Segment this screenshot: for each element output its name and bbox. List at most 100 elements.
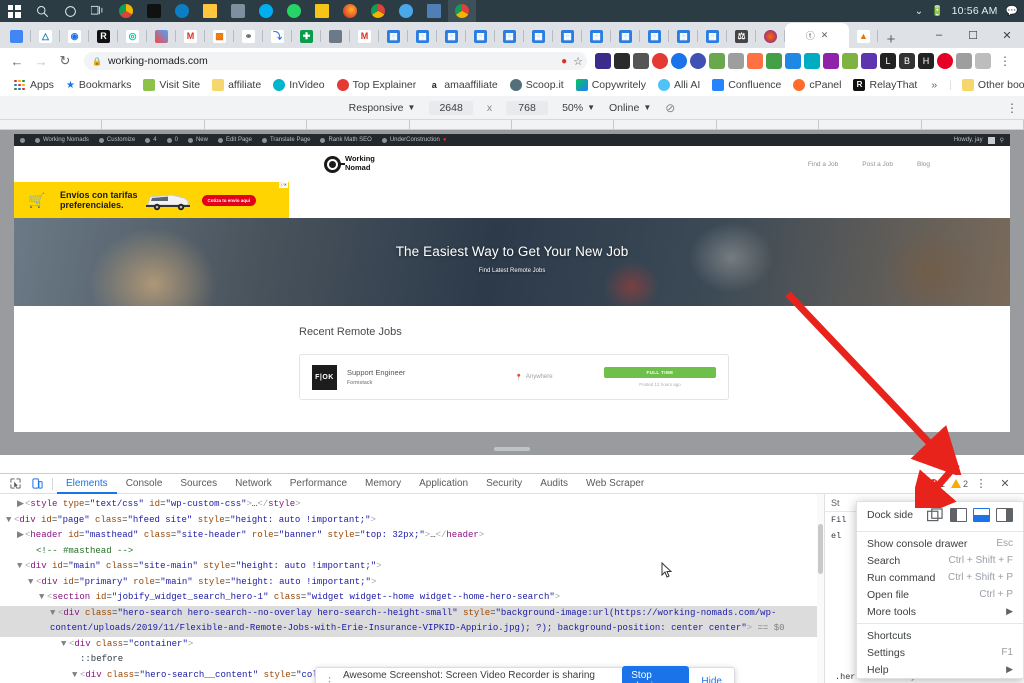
browser-tab[interactable]: ⚭ [234,24,263,48]
toggle-device-toolbar-icon[interactable] [26,474,48,494]
close-window-button[interactable]: ✕ [990,29,1024,42]
wp-item-site[interactable]: Working Nomads [35,137,89,143]
firefox-icon[interactable] [336,0,364,22]
browser-tab[interactable]: △ [31,24,60,48]
ext-icon-18[interactable]: H [918,53,934,69]
browser-tab[interactable] [756,24,785,48]
wp-item-translate-page[interactable]: Translate Page [262,137,310,143]
active-tab[interactable]: ⓣ ✕ [785,23,849,48]
browser-tab[interactable]: M [350,24,379,48]
job-listing-row[interactable]: F|OK Support Engineer Formstack 📍 Anywhe… [299,354,729,400]
extension-badge-icon[interactable]: ● [561,56,567,67]
cortana-icon[interactable] [56,0,84,22]
back-button[interactable]: ← [6,50,28,72]
tab-close-icon[interactable]: ✕ [821,30,829,41]
tab-audits[interactable]: Audits [531,474,577,494]
clock[interactable]: 10:56 AM [952,5,998,17]
dock-right-icon[interactable] [996,508,1013,522]
chrome-active-icon[interactable] [448,0,476,22]
ext-icon-6[interactable] [690,53,706,69]
device-toolbar-kebab[interactable]: ⋮ [1006,101,1018,115]
minimize-button[interactable]: – [922,29,956,41]
nav-blog[interactable]: Blog [917,161,930,168]
no-throttle-icon[interactable]: ⊘ [665,101,675,115]
drag-handle-icon[interactable]: ⋮ [324,675,335,683]
bookmark-alli-ai[interactable]: Alli AI [652,78,706,92]
ext-icon-camera[interactable] [633,53,649,69]
ext-icon-20[interactable] [956,53,972,69]
bookmark-bookmarks[interactable]: ★ Bookmarks [60,78,137,92]
dom-node-line[interactable]: ▶<header id="masthead" class="site-heade… [0,528,824,544]
skype-icon[interactable] [252,0,280,22]
wp-item-edit-page[interactable]: Edit Page [218,137,252,143]
browser-tab[interactable]: ▦ [553,24,582,48]
site-logo[interactable]: Working Nomad [324,155,375,172]
tab-web-scraper[interactable]: Web Scraper [577,474,653,494]
dom-node-line[interactable]: ::before [0,652,824,668]
wp-item-new[interactable]: New [188,137,208,143]
search-icon[interactable] [28,0,56,22]
ad-cta-button[interactable]: Cotiza tu envío aquí [202,195,257,206]
browser-tab[interactable]: ▦ [408,24,437,48]
bookmark-amaaffiliate[interactable]: a amaaffiliate [422,78,504,92]
drive-icon[interactable] [392,0,420,22]
disclosure-triangle-icon[interactable]: ▼ [50,606,58,622]
notifications-icon[interactable]: 💬 [1006,6,1018,17]
wp-greeting[interactable]: Howdy, jay [954,137,983,143]
notes-icon[interactable] [308,0,336,22]
wp-search-icon[interactable]: ⚲ [1000,137,1004,144]
dom-scrollbar[interactable] [817,494,824,683]
tab-application[interactable]: Application [410,474,477,494]
bookmark-apps[interactable]: Apps [8,78,60,92]
viewport-resize-handle[interactable] [494,447,530,451]
browser-tab[interactable]: ▦ [466,24,495,48]
dom-node-line[interactable]: ▼<section id="jobify_widget_search_hero-… [0,590,824,606]
disclosure-triangle-icon[interactable]: ▼ [28,575,36,591]
dom-node-line[interactable]: ▼<div id="main" class="site-main" style=… [0,559,824,575]
new-tab-button[interactable]: + [878,31,904,48]
bookmark-copywritely[interactable]: Copywritely [570,78,652,92]
dom-scrollbar-thumb[interactable] [818,524,823,574]
ext-icon-14[interactable] [842,53,858,69]
undock-icon[interactable] [927,508,944,522]
forward-button[interactable]: → [30,50,52,72]
bookmark-relaythat[interactable]: R RelayThat [847,78,923,92]
browser-tab[interactable] [2,24,31,48]
start-icon[interactable] [0,0,28,22]
bookmark-top-explainer[interactable]: Top Explainer [331,78,423,92]
browser-tab[interactable]: ▦ [582,24,611,48]
wp-item-rank-math[interactable]: Rank Math SEO [320,137,371,143]
browser-tab[interactable]: ▦ [698,24,727,48]
ext-icon-16[interactable]: L [880,53,896,69]
ext-icon-9[interactable] [747,53,763,69]
dom-node-line[interactable]: ▼<div id="page" class="hfeed site" style… [0,513,824,529]
browser-tab[interactable]: ◎ [118,24,147,48]
menu-item-open-file[interactable]: Open file Ctrl + P [857,586,1023,603]
menu-item-run-command[interactable]: Run command Ctrl + Shift + P [857,569,1023,586]
menu-item-shortcuts[interactable]: Shortcuts [857,627,1023,644]
wp-item-customize[interactable]: Customize [99,137,135,143]
styles-tab-styles[interactable]: St [831,498,840,508]
hide-button[interactable]: Hide [697,676,726,683]
browser-tab[interactable]: ◉ [60,24,89,48]
dom-node-line[interactable]: ▶<style type="text/css" id="wp-custom-cs… [0,497,824,513]
browser-tab[interactable] [321,24,350,48]
disclosure-triangle-icon[interactable]: ▼ [17,559,25,575]
whatsapp-icon[interactable] [280,0,308,22]
browser-tab[interactable]: ▦ [640,24,669,48]
menu-item-settings[interactable]: Settings F1 [857,644,1023,661]
ext-icon-pinterest[interactable] [937,53,953,69]
chrome-canary-icon[interactable] [112,0,140,22]
mail-icon[interactable] [224,0,252,22]
bookmark-cpanel[interactable]: cPanel [787,78,847,92]
chevron-up-icon[interactable]: ⌄ [915,6,923,17]
ext-icon-21[interactable] [975,53,991,69]
menu-item-search[interactable]: Search Ctrl + Shift + F [857,552,1023,569]
ext-icon-8[interactable] [728,53,744,69]
reload-button[interactable]: ↻ [54,50,76,72]
other-bookmarks-folder[interactable]: Other bookmarks [956,78,1024,92]
throttling-select[interactable]: Online ▼ [609,102,651,114]
menu-item-show-console-drawer[interactable]: Show console drawer Esc [857,535,1023,552]
disclosure-triangle-icon[interactable]: ▼ [72,668,80,683]
browser-tab[interactable]: ▦ [495,24,524,48]
